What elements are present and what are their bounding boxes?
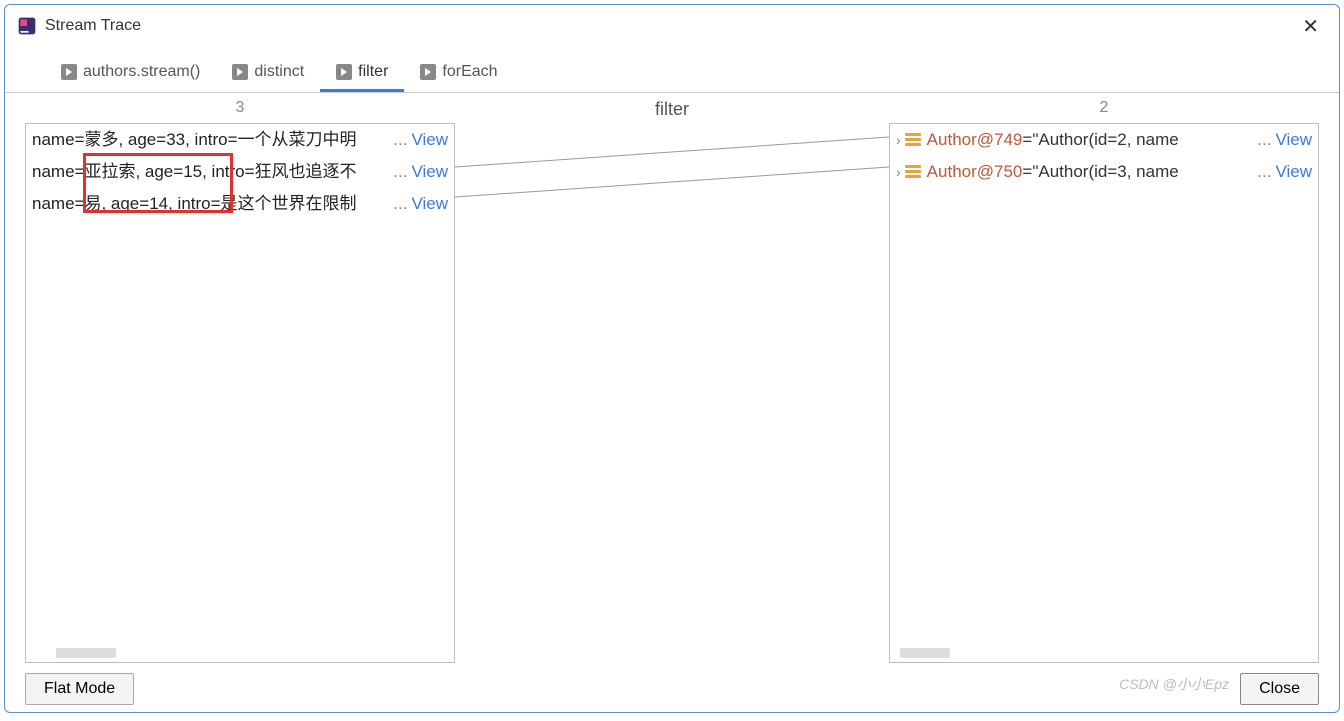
chevron-right-icon (420, 64, 436, 80)
object-value: "Author(id=2, name (1032, 126, 1257, 154)
equals: = (1022, 158, 1032, 186)
list-item[interactable]: name=易, age=14, intro=是这个世界在限制... View (26, 188, 454, 220)
filter-label: filter (455, 93, 889, 126)
item-text: name=亚拉索, age=15, intro=狂风也追逐不 (32, 158, 393, 186)
object-icon (905, 133, 921, 147)
chevron-right-icon (61, 64, 77, 80)
scrollbar-horizontal[interactable] (900, 648, 950, 658)
close-button[interactable]: Close (1240, 673, 1319, 705)
tab-label: forEach (442, 63, 497, 81)
equals: = (1022, 126, 1032, 154)
chevron-right-icon (336, 64, 352, 80)
chevron-right-icon[interactable]: › (896, 126, 901, 154)
right-count: 2 (889, 93, 1319, 123)
chevron-right-icon[interactable]: › (896, 158, 901, 186)
ellipsis: ... (393, 126, 407, 154)
ellipsis: ... (1257, 126, 1271, 154)
view-link[interactable]: View (411, 126, 448, 154)
footer: Flat Mode Close (5, 663, 1339, 719)
left-panel: name=蒙多, age=33, intro=一个从菜刀中明... View n… (25, 123, 455, 663)
content-area: 3 name=蒙多, age=33, intro=一个从菜刀中明... View… (5, 93, 1339, 663)
object-name: Author@750 (927, 158, 1023, 186)
ellipsis: ... (393, 190, 407, 218)
right-panel: › Author@749 = "Author(id=2, name... Vie… (889, 123, 1319, 663)
item-text: name=蒙多, age=33, intro=一个从菜刀中明 (32, 126, 393, 154)
intellij-icon (17, 16, 37, 36)
object-value: "Author(id=3, name (1032, 158, 1257, 186)
object-icon (905, 165, 921, 179)
stream-trace-window: Stream Trace ✕ authors.stream() distinct… (4, 4, 1340, 713)
ellipsis: ... (393, 158, 407, 186)
flat-mode-button[interactable]: Flat Mode (25, 673, 134, 705)
tab-foreach[interactable]: forEach (404, 55, 513, 92)
list-item[interactable]: › Author@750 = "Author(id=3, name... Vie… (890, 156, 1318, 188)
tabs-bar: authors.stream() distinct filter forEach (5, 55, 1339, 93)
left-count: 3 (25, 93, 455, 123)
view-link[interactable]: View (1275, 158, 1312, 186)
ellipsis: ... (1257, 158, 1271, 186)
tab-distinct[interactable]: distinct (216, 55, 320, 92)
object-name: Author@749 (927, 126, 1023, 154)
view-link[interactable]: View (411, 190, 448, 218)
list-item[interactable]: › Author@749 = "Author(id=2, name... Vie… (890, 124, 1318, 156)
tab-label: filter (358, 63, 388, 81)
tab-authors-stream[interactable]: authors.stream() (45, 55, 216, 92)
tab-label: distinct (254, 63, 304, 81)
close-icon[interactable]: ✕ (1294, 10, 1327, 43)
tab-filter[interactable]: filter (320, 55, 404, 92)
tab-label: authors.stream() (83, 63, 200, 81)
chevron-right-icon (232, 64, 248, 80)
connector-lines (455, 121, 889, 661)
titlebar: Stream Trace ✕ (5, 5, 1339, 47)
list-item[interactable]: name=蒙多, age=33, intro=一个从菜刀中明... View (26, 124, 454, 156)
left-column-wrap: 3 name=蒙多, age=33, intro=一个从菜刀中明... View… (25, 93, 455, 663)
middle-column: filter (455, 93, 889, 663)
window-title: Stream Trace (45, 17, 141, 35)
item-text: name=易, age=14, intro=是这个世界在限制 (32, 190, 393, 218)
list-item[interactable]: name=亚拉索, age=15, intro=狂风也追逐不... View (26, 156, 454, 188)
scrollbar-horizontal[interactable] (56, 648, 116, 658)
view-link[interactable]: View (411, 158, 448, 186)
right-column-wrap: 2 › Author@749 = "Author(id=2, name... V… (889, 93, 1319, 663)
view-link[interactable]: View (1275, 126, 1312, 154)
